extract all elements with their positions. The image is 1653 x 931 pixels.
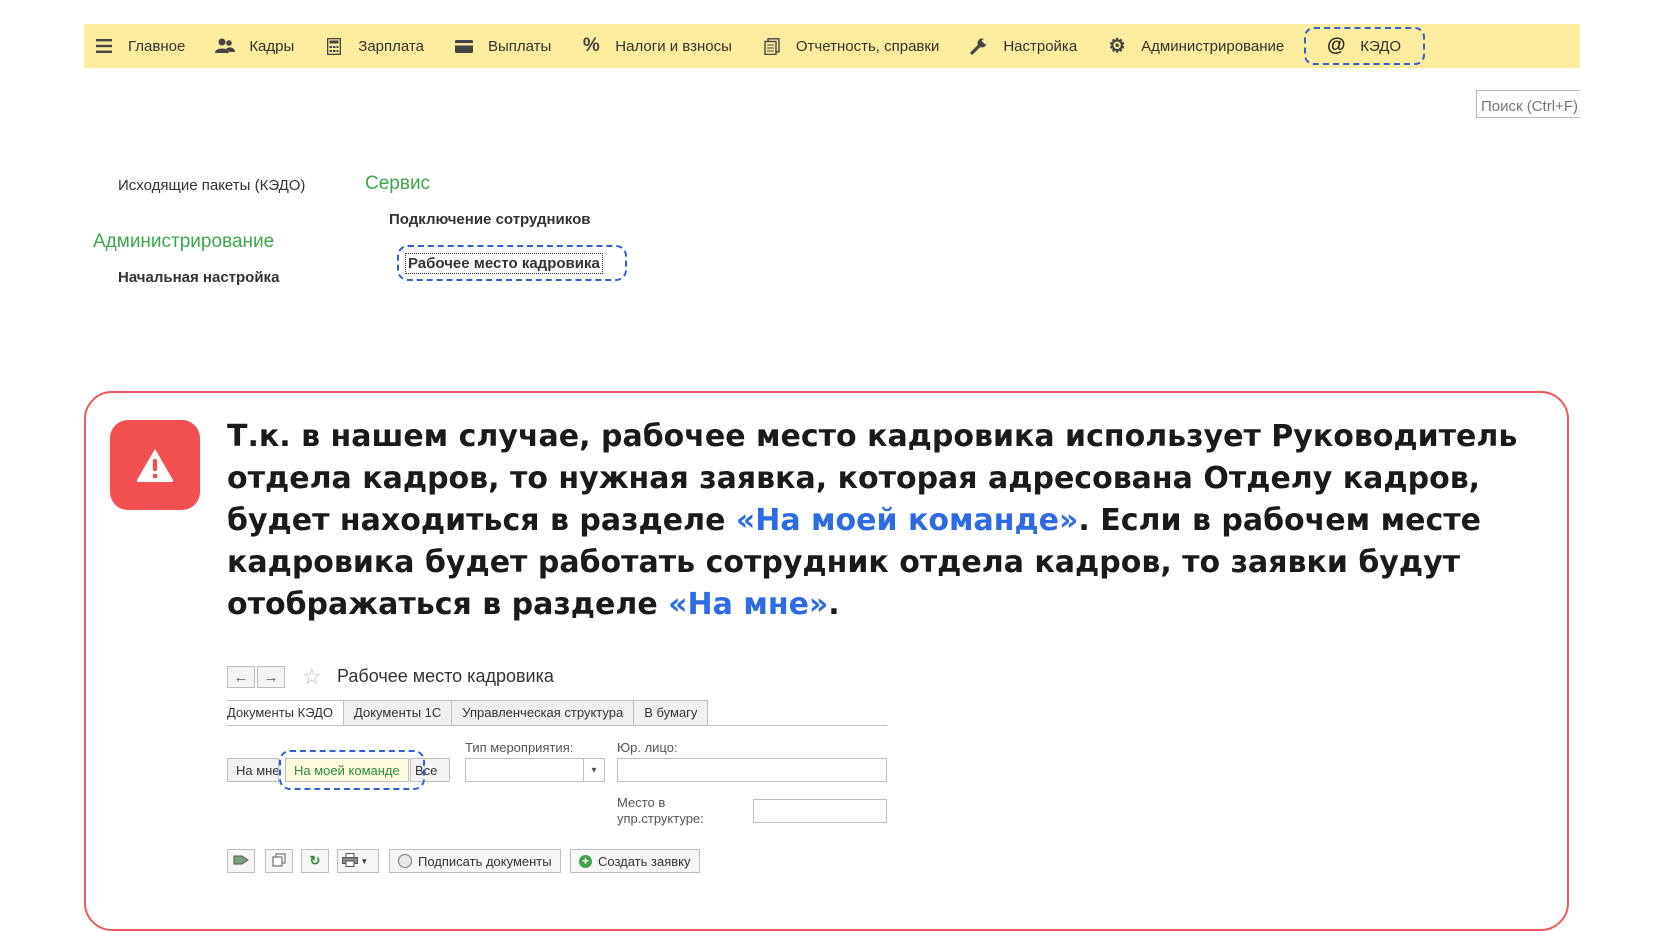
initial-setup-link[interactable]: Начальная настройка bbox=[118, 269, 279, 286]
hamburger-icon bbox=[94, 36, 114, 56]
menu-item-salary[interactable]: Зарплата bbox=[314, 24, 444, 68]
warning-text: Т.к. в нашем случае, рабочее место кадро… bbox=[227, 416, 1567, 626]
menu-item-label: Настройка bbox=[1003, 37, 1078, 55]
menu-item-label: Главное bbox=[128, 37, 186, 55]
menu-item-kedo[interactable]: @ КЭДО bbox=[1304, 27, 1426, 65]
sign-documents-button[interactable]: Подписать документы bbox=[389, 849, 561, 873]
on-team-highlight-frame bbox=[279, 750, 425, 790]
hr-workplace-link[interactable]: Рабочее место кадровика bbox=[405, 253, 603, 274]
administration-section-title: Администрирование bbox=[93, 231, 275, 252]
chevron-down-icon: ▾ bbox=[362, 855, 367, 866]
star-icon[interactable]: ☆ bbox=[302, 664, 322, 690]
warning-triangle-icon bbox=[136, 449, 174, 482]
menu-item-label: КЭДО bbox=[1360, 37, 1402, 55]
legal-entity-field[interactable] bbox=[617, 758, 887, 782]
connect-employees-link[interactable]: Подключение сотрудников bbox=[389, 211, 590, 228]
menu-item-administration[interactable]: ⚙ Администрирование bbox=[1097, 24, 1304, 68]
forward-button[interactable]: → bbox=[257, 666, 285, 688]
search-input[interactable] bbox=[1476, 90, 1580, 118]
section-menu-bar: Главное Кадры Зарплата Выплаты % Налоги … bbox=[84, 24, 1580, 68]
menu-item-taxes[interactable]: % Налоги и взносы bbox=[571, 24, 752, 68]
place-in-structure-field[interactable] bbox=[753, 799, 887, 823]
chevron-down-icon[interactable]: ▾ bbox=[583, 759, 604, 781]
event-type-select[interactable]: ▾ bbox=[465, 758, 605, 782]
plus-icon: + bbox=[579, 854, 592, 868]
menu-item-staff[interactable]: Кадры bbox=[205, 24, 314, 68]
menu-item-main[interactable]: Главное bbox=[84, 24, 205, 68]
filter-on-me[interactable]: На мне bbox=[227, 758, 279, 782]
service-section-title: Сервис bbox=[365, 173, 431, 194]
button-label: Подписать документы bbox=[418, 853, 552, 869]
tab-management-structure[interactable]: Управленческая структура bbox=[451, 700, 635, 726]
menu-item-label: Кадры bbox=[249, 37, 295, 55]
refresh-icon: ↻ bbox=[309, 853, 321, 868]
arrow-left-icon: ← bbox=[233, 668, 249, 686]
warning-text-part: . bbox=[828, 587, 840, 622]
printer-icon bbox=[342, 852, 358, 870]
calculator-icon bbox=[324, 36, 344, 56]
refresh-button[interactable]: ↻ bbox=[301, 849, 329, 873]
on-team-highlight: «На моей команде» bbox=[735, 503, 1079, 538]
back-button[interactable]: ← bbox=[227, 666, 255, 688]
gear-icon: ⚙ bbox=[1108, 35, 1126, 57]
place-label-line1: Место в bbox=[617, 795, 666, 810]
legal-entity-label: Юр. лицо: bbox=[617, 740, 678, 755]
workplace-screenshot: ← → ☆ Рабочее место кадровика Документы … bbox=[227, 650, 887, 880]
menu-item-label: Зарплата bbox=[358, 37, 424, 55]
menu-item-label: Отчетность, справки bbox=[795, 37, 940, 55]
button-label: Создать заявку bbox=[598, 853, 691, 869]
wallet-icon bbox=[454, 36, 474, 56]
top-1c-screenshot: Главное Кадры Зарплата Выплаты % Налоги … bbox=[84, 24, 1580, 340]
menu-item-label: Выплаты bbox=[487, 37, 552, 55]
print-button[interactable]: ▾ bbox=[337, 849, 379, 873]
documents-icon bbox=[762, 36, 782, 56]
copy-icon bbox=[272, 853, 286, 870]
place-label-line2: упр.структуре: bbox=[617, 811, 704, 826]
on-me-highlight: «На мне» bbox=[668, 587, 829, 622]
wrench-icon bbox=[969, 36, 989, 56]
tab-bar: Документы КЭДО Документы 1С Управленческ… bbox=[227, 700, 709, 726]
tab-to-paper[interactable]: В бумагу bbox=[633, 700, 709, 726]
tag-icon bbox=[233, 853, 249, 870]
warning-badge bbox=[110, 420, 200, 510]
window-title: Рабочее место кадровика bbox=[337, 666, 554, 686]
at-icon: @ bbox=[1326, 35, 1346, 56]
create-request-button[interactable]: + Создать заявку bbox=[570, 849, 700, 873]
tab-1c-documents[interactable]: Документы 1С bbox=[343, 700, 453, 726]
tab-kedo-documents[interactable]: Документы КЭДО bbox=[227, 700, 345, 726]
sign-icon bbox=[398, 854, 412, 868]
menu-item-settings[interactable]: Настройка bbox=[959, 24, 1097, 68]
tab-divider bbox=[227, 725, 887, 726]
event-type-label: Тип мероприятия: bbox=[465, 740, 574, 755]
menu-item-label: Администрирование bbox=[1141, 37, 1285, 55]
percent-icon: % bbox=[582, 35, 600, 56]
arrow-right-icon: → bbox=[263, 668, 279, 686]
people-icon bbox=[215, 36, 236, 56]
outgoing-packages-link[interactable]: Исходящие пакеты (КЭДО) bbox=[118, 177, 305, 194]
copy-button[interactable] bbox=[265, 849, 293, 873]
workplace-highlight: Рабочее место кадровика bbox=[397, 245, 627, 281]
menu-item-payments[interactable]: Выплаты bbox=[444, 24, 571, 68]
toolbar-tag-button[interactable] bbox=[227, 849, 255, 873]
menu-item-label: Налоги и взносы bbox=[615, 37, 732, 55]
menu-item-reports[interactable]: Отчетность, справки bbox=[752, 24, 959, 68]
